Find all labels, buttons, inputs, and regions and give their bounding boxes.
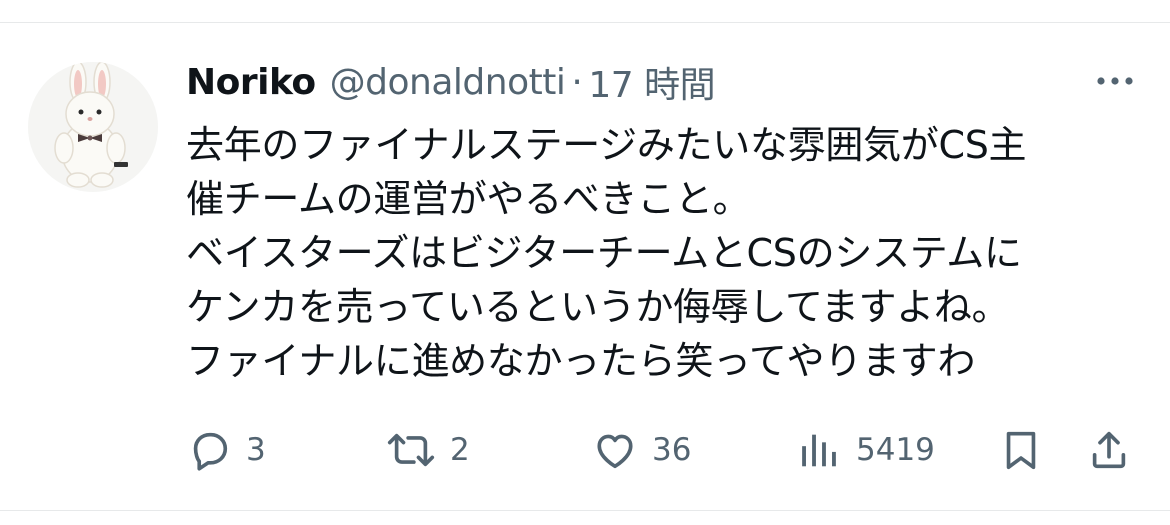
like-count: 36 [652, 432, 692, 468]
bookmark-button[interactable] [998, 424, 1044, 476]
view-count: 5419 [856, 432, 935, 468]
tweet-text-line: ベイスターズはビジターチームとCSのシステムに [186, 231, 1022, 275]
retweet-icon [387, 433, 435, 467]
tweet-text-line: 去年のファイナルステージみたいな雰囲気がCS主 [186, 123, 1027, 167]
tweet-header: Noriko @donaldnotti · 17 時間 [186, 56, 716, 108]
bookmark-icon [1006, 431, 1036, 470]
bottom-divider [0, 510, 1170, 511]
action-bar: 3 2 36 5419 [186, 424, 1136, 476]
more-dots-icon[interactable] [1092, 66, 1138, 96]
share-button[interactable] [1086, 424, 1132, 476]
share-icon [1092, 431, 1126, 469]
tweet-time[interactable]: 17 時間 [588, 56, 715, 108]
tweet-text: 去年のファイナルステージみたいな雰囲気がCS主 催チームの運営がやるべきこと。 … [186, 118, 1146, 388]
author-handle[interactable]: @donaldnotti [330, 62, 566, 103]
tweet-text-line: 催チームの運営がやるべきこと。 [186, 177, 751, 221]
heart-icon [597, 434, 633, 469]
views-button[interactable]: 5419 [796, 424, 935, 476]
reply-button[interactable]: 3 [186, 424, 266, 476]
retweet-button[interactable]: 2 [386, 424, 470, 476]
tweet-text-line: ファイナルに進めなかったら笑ってやりますわ [186, 339, 976, 383]
retweet-count: 2 [450, 432, 470, 468]
reply-bubble-icon [193, 432, 228, 471]
like-button[interactable]: 36 [592, 424, 691, 476]
author-name[interactable]: Noriko [186, 62, 316, 103]
header-separator: · [571, 61, 583, 103]
views-bar-chart-icon [802, 434, 836, 467]
top-divider [0, 22, 1170, 23]
tweet-text-line: ケンカを売っているというか侮辱してますよね。 [186, 285, 1010, 329]
avatar[interactable] [28, 62, 158, 192]
rabbit-plush-avatar-icon [28, 62, 158, 192]
reply-count: 3 [246, 432, 266, 468]
